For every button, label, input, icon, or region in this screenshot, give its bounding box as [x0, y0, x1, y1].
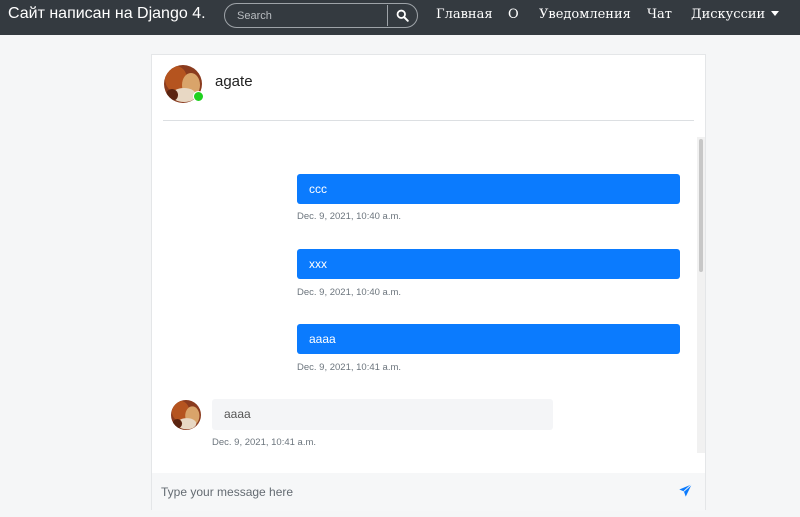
caret-down-icon	[771, 11, 780, 16]
chat-card: agate ccc Dec. 9, 2021, 10:40 a.m. xxx D…	[151, 54, 706, 511]
nav-dropdown-label: Дискуссии	[691, 7, 766, 22]
message-text: aaaa	[224, 407, 251, 421]
scrollbar-thumb[interactable]	[699, 139, 703, 272]
chat-partner-name: agate	[215, 73, 253, 90]
outgoing-message: ccc	[297, 174, 680, 204]
avatar-image	[171, 400, 201, 430]
search-button[interactable]	[389, 5, 416, 26]
site-brand[interactable]: Сайт написан на Django 4.	[8, 5, 206, 23]
message-timestamp: Dec. 9, 2021, 10:41 a.m.	[212, 437, 317, 448]
message-timestamp: Dec. 9, 2021, 10:40 a.m.	[297, 211, 402, 222]
send-button[interactable]	[679, 483, 695, 500]
navbar: Сайт написан на Django 4. Главная О Увед…	[0, 0, 800, 35]
header-divider	[163, 120, 694, 121]
message-text: xxx	[309, 257, 327, 271]
message-composer	[152, 473, 705, 511]
outgoing-message: aaaa	[297, 324, 680, 354]
message-timestamp: Dec. 9, 2021, 10:41 a.m.	[297, 362, 402, 373]
message-timestamp: Dec. 9, 2021, 10:40 a.m.	[297, 287, 402, 298]
message-text: aaaa	[309, 332, 336, 346]
sender-avatar[interactable]	[171, 400, 201, 430]
nav-link-home[interactable]: Главная	[436, 7, 493, 22]
paper-plane-icon	[679, 483, 693, 497]
incoming-message: aaaa	[212, 399, 553, 430]
message-text: ccc	[309, 182, 327, 196]
search-divider	[387, 5, 388, 26]
online-status-indicator	[193, 91, 204, 102]
message-input[interactable]	[161, 484, 661, 500]
nav-link-about[interactable]: О	[508, 7, 519, 22]
nav-link-notifications[interactable]: Уведомления	[539, 7, 631, 22]
search-icon	[396, 9, 409, 22]
outgoing-message: xxx	[297, 249, 680, 279]
search-input[interactable]	[237, 8, 382, 24]
nav-link-chat[interactable]: Чат	[647, 7, 672, 22]
search-form	[224, 3, 418, 28]
nav-dropdown-discussions[interactable]: Дискуссии	[691, 7, 780, 22]
